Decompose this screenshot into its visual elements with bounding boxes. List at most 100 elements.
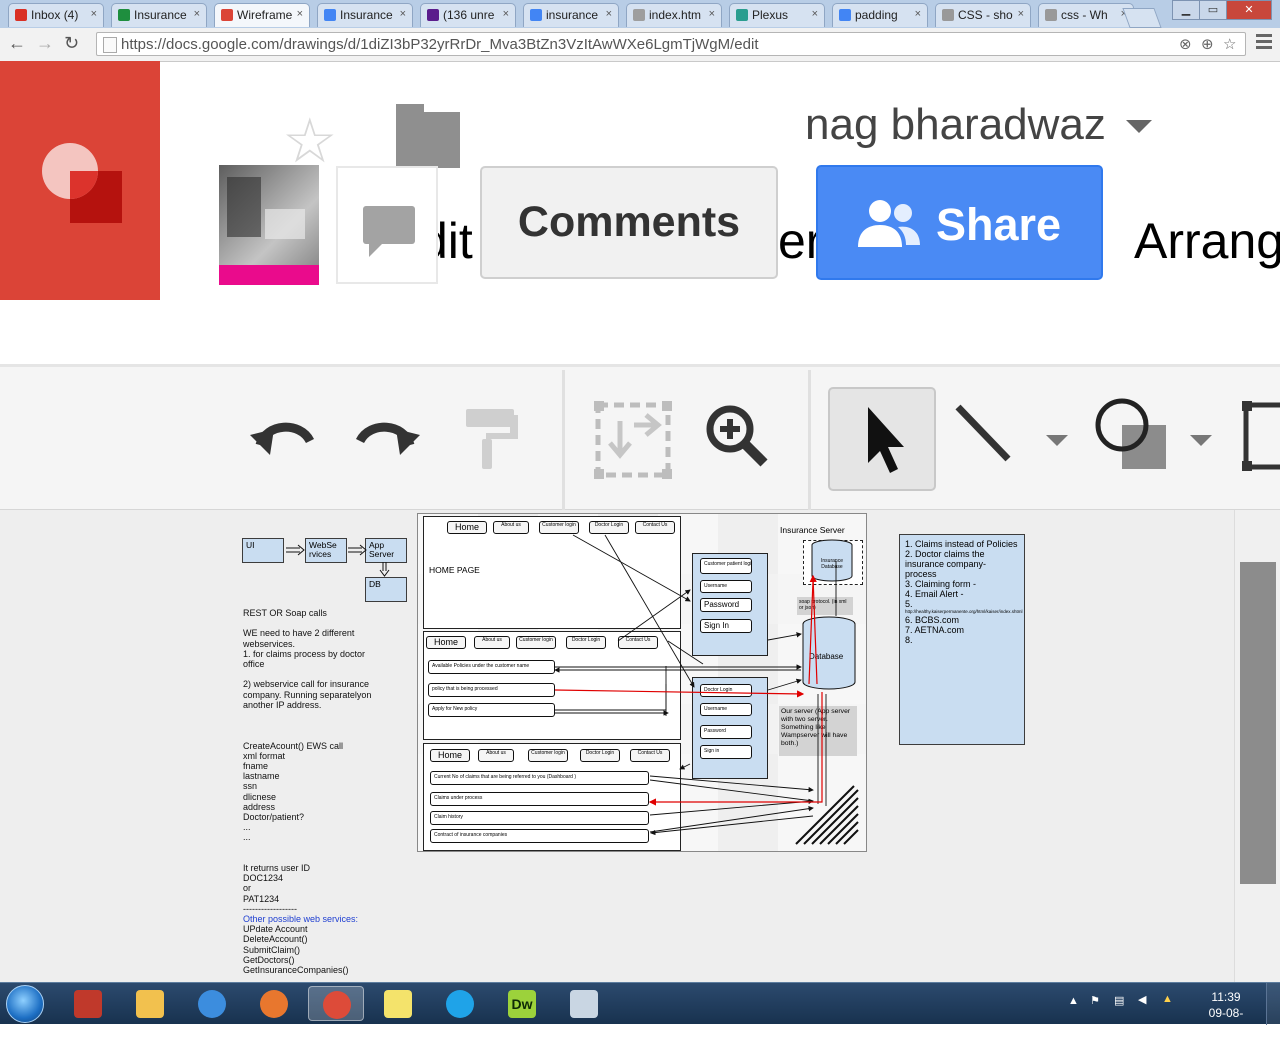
explorer-icon — [136, 990, 164, 1018]
ui-box[interactable]: UI — [242, 538, 284, 563]
tab-close-icon[interactable]: × — [915, 8, 921, 20]
chrome-taskbar-button[interactable] — [308, 986, 364, 1021]
drawing-canvas[interactable]: UI WebSe rvices App Server DB REST OR So… — [0, 510, 1234, 982]
browser-toolbar: ← → ↻ https://docs.google.com/drawings/d… — [0, 28, 1280, 62]
maximize-button[interactable]: ▭ — [1199, 0, 1227, 20]
browser-tab[interactable]: index.htm × — [626, 3, 722, 27]
browser-tab[interactable]: Inbox (4) × — [8, 3, 104, 27]
note-line: company. Running separatelyon — [243, 689, 372, 700]
share-button[interactable]: Share — [816, 165, 1103, 280]
dreamweaver-taskbar-button[interactable]: Dw — [494, 986, 550, 1021]
scrollbar-thumb[interactable] — [1240, 562, 1276, 884]
bookmark-star-icon[interactable]: ☆ — [1223, 35, 1236, 53]
select-tool[interactable] — [828, 387, 936, 491]
user-name[interactable]: nag bharadwaz — [805, 100, 1106, 150]
collaborator-avatar[interactable] — [219, 165, 319, 285]
volume-icon[interactable]: ◀ — [1138, 993, 1146, 1006]
app-server-box[interactable]: App Server — [365, 538, 407, 563]
pointer-arrow-icon — [868, 407, 904, 473]
blocked-popup-icon[interactable]: ⊗ — [1179, 35, 1192, 53]
firefox-taskbar-button[interactable] — [246, 986, 302, 1021]
network-icon[interactable]: ▤ — [1114, 994, 1124, 1007]
note-line: office — [243, 659, 265, 669]
comment-thread-button[interactable] — [336, 166, 438, 284]
down-arrow-icon — [379, 562, 390, 577]
other-services-heading: Other possible web services: — [243, 913, 359, 924]
reload-icon[interactable]: ↻ — [64, 33, 79, 54]
tray-expand-icon[interactable]: ▲ — [1068, 995, 1079, 1007]
yahoo-mail-icon — [427, 9, 439, 21]
browser-tab[interactable]: Insurance × — [317, 3, 413, 27]
paint-format-icon[interactable] — [460, 403, 524, 473]
address-bar[interactable]: https://docs.google.com/drawings/d/1diZI… — [96, 32, 1246, 56]
diagram-arrows — [286, 544, 367, 556]
browser-tab[interactable]: Plexus × — [729, 3, 825, 27]
editor-toolbar — [0, 364, 1280, 510]
back-icon[interactable]: ← — [8, 33, 26, 54]
note-line: ... — [243, 822, 251, 833]
shape-dropdown-icon[interactable] — [1190, 435, 1212, 446]
canvas-scrollbar[interactable] — [1234, 510, 1280, 982]
page-icon — [633, 9, 645, 21]
google-drive-tray-icon[interactable]: ▲ — [1162, 993, 1173, 1005]
system-clock[interactable]: 11:39 09-08-2014 — [1196, 989, 1256, 1037]
close-window-button[interactable]: ✕ — [1226, 0, 1272, 20]
note-line: DOC1234 — [243, 873, 284, 884]
note-line: ... — [243, 832, 251, 843]
note-line: another IP address. — [243, 699, 322, 710]
browser-tab[interactable]: Wireframe × — [214, 3, 310, 27]
comments-button[interactable]: Comments — [480, 166, 778, 279]
browser-tab[interactable]: css - Wh× — [1038, 3, 1134, 27]
tab-close-icon[interactable]: × — [812, 8, 818, 20]
media-player-taskbar-button[interactable] — [60, 986, 116, 1021]
browser-tab[interactable]: CSS - sho × — [935, 3, 1031, 27]
folder-icon[interactable] — [396, 104, 460, 168]
start-button[interactable] — [6, 985, 44, 1023]
skype-taskbar-button[interactable] — [432, 986, 488, 1021]
tab-close-icon[interactable]: × — [1018, 8, 1024, 20]
browser-tab[interactable]: insurance × — [523, 3, 619, 27]
wireframe-diagram[interactable]: Home About us Customer login Doctor Login Co… — [417, 513, 867, 852]
forward-icon[interactable]: → — [36, 33, 54, 54]
tab-close-icon[interactable]: × — [91, 8, 97, 20]
redo-icon[interactable] — [352, 415, 422, 455]
minimize-button[interactable]: ▁ — [1172, 0, 1200, 20]
tab-close-icon[interactable]: × — [606, 8, 612, 20]
action-center-icon[interactable]: ⚑ — [1090, 994, 1100, 1007]
browser-tab[interactable]: Insurance × — [111, 3, 207, 27]
ie-taskbar-button[interactable] — [184, 986, 240, 1021]
shape-tool-icon[interactable] — [1092, 395, 1176, 475]
zoom-in-icon[interactable] — [704, 403, 770, 467]
text-box-tool-icon[interactable] — [1240, 399, 1280, 475]
db-box[interactable]: DB — [365, 577, 407, 602]
account-caret-icon[interactable] — [1126, 120, 1152, 133]
undo-icon[interactable] — [248, 415, 318, 455]
claims-notes-box[interactable]: 1. Claims instead of Policies 2. Doctor c… — [899, 534, 1025, 745]
tab-close-icon[interactable]: × — [194, 8, 200, 20]
new-tab-button[interactable] — [1122, 8, 1162, 28]
line-dropdown-icon[interactable] — [1046, 435, 1068, 446]
note-line: It returns user ID — [243, 862, 311, 873]
firefox-icon — [260, 990, 288, 1018]
line-tool-icon[interactable] — [950, 399, 1016, 465]
tab-close-icon[interactable]: × — [297, 8, 303, 20]
browser-tab[interactable]: padding × — [832, 3, 928, 27]
show-desktop-button[interactable] — [1266, 983, 1280, 1025]
paint-taskbar-button[interactable] — [556, 986, 612, 1021]
sticky-notes-taskbar-button[interactable] — [370, 986, 426, 1021]
drawings-logo[interactable] — [0, 61, 160, 300]
chrome-menu-icon[interactable] — [1256, 34, 1272, 52]
tab-close-icon[interactable]: × — [709, 8, 715, 20]
note-line: SubmitClaim() — [243, 944, 301, 955]
fit-zoom-icon[interactable] — [594, 401, 674, 479]
browser-tab-label: Plexus — [752, 8, 789, 22]
menu-arrange[interactable]: Arrang — [1134, 212, 1280, 270]
zoom-icon[interactable]: ⊕ — [1201, 35, 1214, 53]
tab-close-icon[interactable]: × — [400, 8, 406, 20]
explorer-taskbar-button[interactable] — [122, 986, 178, 1021]
claims-line: 7. AETNA.com — [905, 625, 965, 635]
note-line — [243, 669, 371, 679]
browser-tab[interactable]: (136 unre × — [420, 3, 516, 27]
chrome-icon — [323, 991, 351, 1019]
tab-close-icon[interactable]: × — [503, 8, 509, 20]
